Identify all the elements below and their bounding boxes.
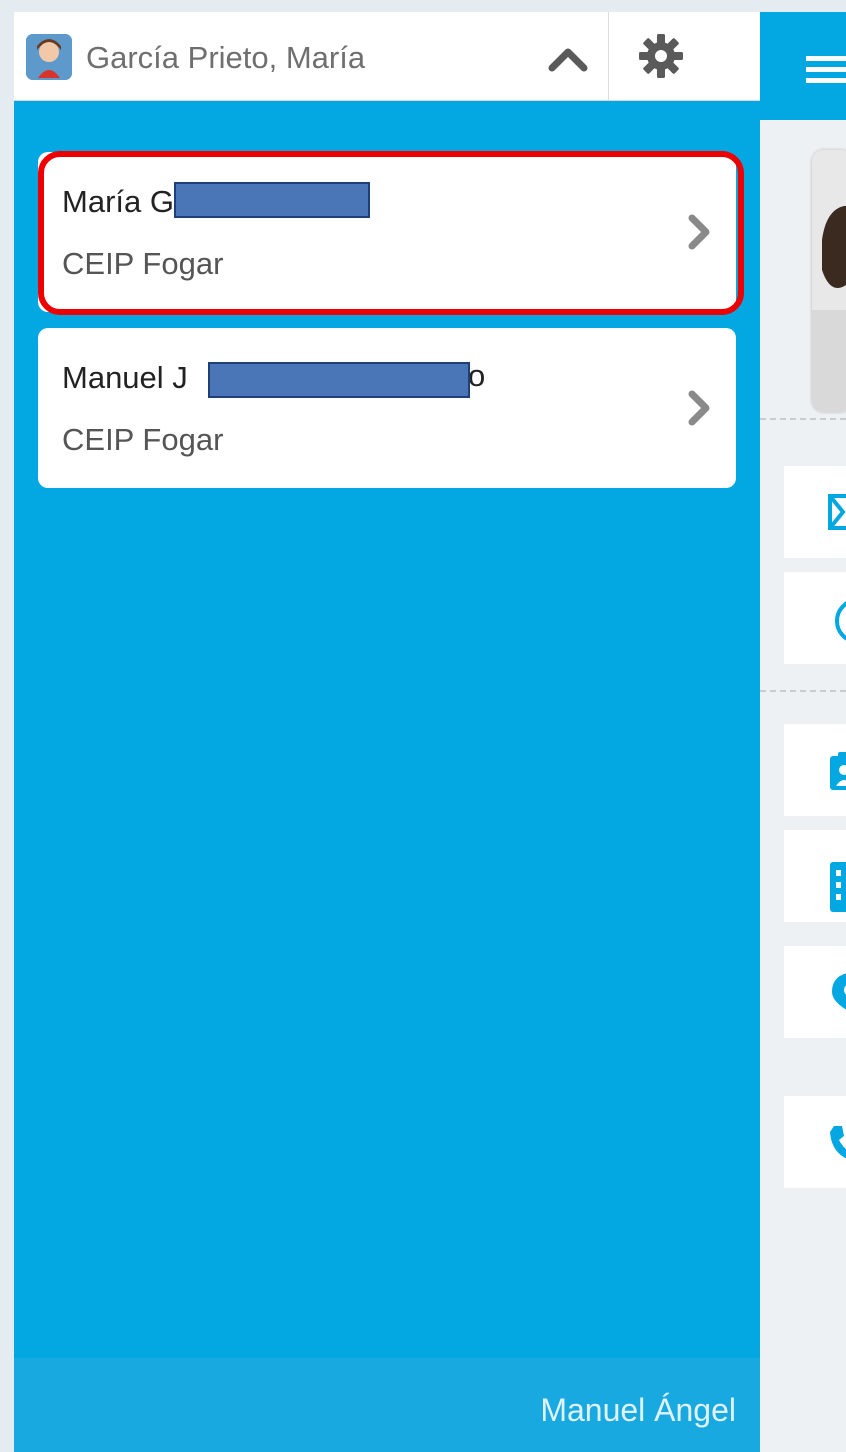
drawer-footer: Manuel Ángel	[14, 1358, 760, 1452]
menu-tile-reports[interactable]	[784, 724, 846, 816]
footer-user-name: Manuel Ángel	[540, 1392, 736, 1428]
avatar-icon	[26, 34, 72, 80]
student-name: Manuel J	[62, 360, 188, 395]
clock-icon	[835, 601, 846, 641]
student-name-trail: o	[468, 358, 486, 393]
menu-tile-contact[interactable]	[784, 1096, 846, 1188]
location-icon	[832, 973, 846, 1010]
collapse-button[interactable]	[538, 32, 598, 84]
student-school: CEIP Fogar	[62, 422, 224, 457]
chevron-right-icon	[688, 214, 710, 250]
student-card[interactable]: María G CEIP Fogar	[38, 152, 736, 312]
current-user-name: García Prieto, María	[86, 40, 366, 75]
section-divider	[760, 690, 846, 692]
main-view	[760, 12, 846, 1452]
student-name: María G	[62, 184, 174, 219]
redaction-box	[174, 182, 370, 218]
redaction-box	[208, 362, 470, 398]
student-school: CEIP Fogar	[62, 246, 224, 281]
student-drawer: García Prieto, María María G CEIP Fogar …	[14, 12, 760, 1452]
phone-icon	[830, 1126, 846, 1159]
gear-icon	[639, 34, 683, 78]
header-divider	[608, 12, 609, 100]
chevron-up-icon	[548, 48, 588, 72]
settings-button[interactable]	[624, 26, 698, 86]
main-header	[760, 12, 846, 120]
clipboard-icon	[830, 752, 846, 790]
menu-tile-messages[interactable]	[784, 466, 846, 558]
menu-tile-schedule[interactable]	[784, 572, 846, 664]
calendar-icon	[830, 862, 846, 912]
drawer-header: García Prieto, María	[14, 12, 760, 101]
profile-photo	[812, 150, 846, 412]
section-divider	[760, 418, 846, 420]
chevron-right-icon	[688, 390, 710, 426]
menu-tile-calendar[interactable]	[784, 830, 846, 922]
main-content	[760, 120, 846, 1452]
student-card[interactable]: Manuel J o CEIP Fogar	[38, 328, 736, 488]
mail-icon	[828, 494, 846, 530]
menu-tile-location[interactable]	[784, 946, 846, 1038]
hamburger-icon[interactable]	[806, 52, 846, 88]
